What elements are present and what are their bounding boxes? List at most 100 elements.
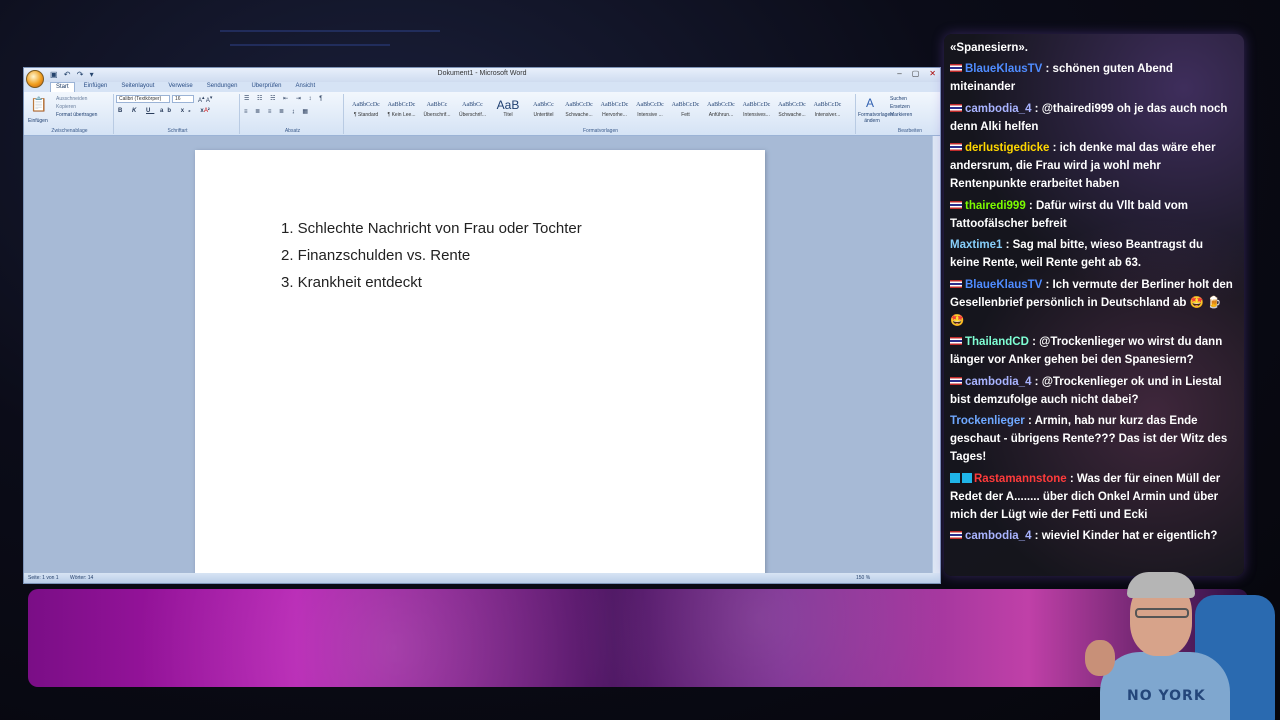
style-sample: AaBbCcDc	[600, 102, 629, 108]
style-name: Überschrif...	[459, 112, 486, 118]
style-sample: AaBbCc	[426, 102, 448, 108]
ribbon-tabs: Start Einfügen Seitenlayout Verweise Sen…	[24, 82, 940, 92]
editing-group: Suchen Ersetzen Markieren Bearbeiten	[886, 94, 934, 134]
zoom-level[interactable]: 150 %	[856, 575, 870, 581]
style-name: Intensive ...	[637, 112, 663, 118]
chat-username[interactable]: Maxtime1	[950, 239, 1002, 251]
clipboard-group: 📋 Einfügen Ausschneiden Kopieren Format …	[26, 94, 114, 134]
style-tile[interactable]: AaBbCc Überschrif...	[421, 98, 453, 124]
style-tile[interactable]: AaBbCcDc ¶ Standard	[350, 98, 382, 124]
font-color-icon[interactable]: A	[204, 108, 208, 114]
style-name: Untertitel	[533, 112, 554, 118]
minimize-icon[interactable]: –	[897, 69, 901, 78]
format-painter-button[interactable]: Format übertragen	[56, 112, 97, 118]
list-item-2[interactable]: 2. Finanzschulden vs. Rente	[281, 247, 470, 264]
chat-text: «Spanesiern».	[950, 42, 1028, 54]
glasses	[1135, 608, 1189, 618]
chat-username[interactable]: derlustigedicke	[965, 142, 1049, 154]
list-buttons[interactable]: ☰ ☷ ☵ ⇤ ⇥ ↕ ¶	[244, 95, 325, 102]
shirt	[1100, 652, 1230, 720]
style-tile[interactable]: AaB Titel	[492, 98, 524, 124]
chat-username[interactable]: Trockenlieger	[950, 415, 1025, 427]
styles-group: AaBbCcDc ¶ Standard AaBbCcDc ¶ Kein Lee... A…	[346, 94, 856, 134]
group-label: Schriftart	[167, 128, 188, 134]
chat-username[interactable]: cambodia_4	[965, 530, 1031, 542]
style-tile[interactable]: AaBbCcDc Intensiver...	[812, 98, 844, 124]
page-count: Seite: 1 von 1	[28, 575, 59, 581]
style-tile[interactable]: AaBbCcDc Hervorhe...	[599, 98, 631, 124]
paste-icon[interactable]: 📋	[30, 96, 47, 113]
maximize-icon[interactable]: ▢	[912, 69, 920, 78]
chat-username[interactable]: thairedi999	[965, 200, 1026, 212]
style-tile[interactable]: AaBbCcDc Schwache...	[563, 98, 595, 124]
document-page[interactable]: 1. Schlechte Nachricht von Frau oder Toc…	[195, 150, 765, 573]
document-area: 1. Schlechte Nachricht von Frau oder Toc…	[24, 136, 940, 573]
chat-username[interactable]: Rastamannstone	[974, 473, 1067, 485]
style-sample: AaBbCc	[533, 102, 554, 108]
style-name: Anführun...	[708, 112, 734, 118]
title-bar: ▣ ↶ ↷ ▾ Dokument1 - Microsoft Word – ▢ ✕	[24, 68, 940, 82]
grow-font-icon[interactable]: A▴ A▾	[198, 95, 212, 104]
cut-button[interactable]: Ausschneiden	[56, 96, 87, 102]
list-item-3[interactable]: 3. Krankheit entdeckt	[281, 274, 422, 291]
chat-message: Trockenlieger : Armin, hab nur kurz das …	[950, 412, 1235, 466]
tab-verweise[interactable]: Verweise	[163, 82, 197, 92]
style-sample: AaBbCcDc	[352, 102, 380, 108]
style-tile[interactable]: AaBbCcDc Intensives...	[741, 98, 773, 124]
chat-message: thairedi999 : Dafür wirst du Vllt bald v…	[950, 197, 1235, 233]
window-controls: – ▢ ✕	[897, 69, 936, 78]
style-sample: AaBbCcDc	[707, 102, 735, 108]
tab-seitenlayout[interactable]: Seitenlayout	[116, 82, 159, 92]
font-group: Calibri (Textkörper) 16 A▴ A▾ B K U ab x…	[116, 94, 240, 134]
list-item-1[interactable]: 1. Schlechte Nachricht von Frau oder Toc…	[281, 220, 582, 237]
change-styles-label[interactable]: Formatvorlagen ändern	[858, 112, 893, 124]
replace-button[interactable]: Ersetzen	[890, 104, 910, 110]
chat-username[interactable]: ThailandCD	[965, 336, 1029, 348]
bottom-banner	[28, 589, 1248, 687]
chat-message: derlustigedicke : ich denke mal das wäre…	[950, 139, 1235, 193]
hair	[1127, 572, 1195, 598]
style-tile[interactable]: AaBbCcDc Schwache...	[776, 98, 808, 124]
tab-ueberpruefen[interactable]: Überprüfen	[246, 82, 286, 92]
chat-message: cambodia_4 : @thairedi999 oh je das auch…	[950, 100, 1235, 136]
chat-username[interactable]: cambodia_4	[965, 103, 1031, 115]
tab-ansicht[interactable]: Ansicht	[290, 82, 320, 92]
close-icon[interactable]: ✕	[929, 69, 936, 78]
group-label: Zwischenablage	[51, 128, 88, 134]
thai-flag-icon	[950, 104, 962, 112]
chat-username[interactable]: cambodia_4	[965, 376, 1031, 388]
tab-sendungen[interactable]: Sendungen	[202, 82, 243, 92]
chat-username[interactable]: BlaueKlausTV	[965, 279, 1042, 291]
select-button[interactable]: Markieren	[890, 112, 912, 118]
style-tile[interactable]: AaBbCcDc ¶ Kein Lee...	[386, 98, 418, 124]
office-button[interactable]	[26, 70, 44, 88]
find-button[interactable]: Suchen	[890, 96, 907, 102]
paragraph-group: ☰ ☷ ☵ ⇤ ⇥ ↕ ¶ ≡ ≣ ≡ ≣ ↨ ▦ Absatz	[242, 94, 344, 134]
tab-start[interactable]: Start	[50, 82, 75, 92]
thai-flag-icon	[950, 280, 962, 288]
align-buttons[interactable]: ≡ ≣ ≡ ≣ ↨ ▦	[244, 108, 311, 115]
chat-username[interactable]: BlaueKlausTV	[965, 63, 1042, 75]
font-size-select[interactable]: 16	[172, 95, 194, 103]
copy-button[interactable]: Kopieren	[56, 104, 76, 110]
style-sample: AaBbCcDc	[742, 102, 771, 108]
tab-einfuegen[interactable]: Einfügen	[79, 82, 113, 92]
change-styles-icon[interactable]: A	[866, 96, 874, 110]
font-name-select[interactable]: Calibri (Textkörper)	[116, 95, 170, 103]
style-tile[interactable]: AaBbCcDc Fett	[670, 98, 702, 124]
font-format-buttons[interactable]: B K U ab x₂ x²	[118, 108, 214, 114]
style-tile[interactable]: AaBbCc Überschrif...	[457, 98, 489, 124]
style-tile[interactable]: AaBbCcDc Intensive ...	[634, 98, 666, 124]
stream-overlay: ▣ ↶ ↷ ▾ Dokument1 - Microsoft Word – ▢ ✕…	[0, 0, 1280, 720]
ribbon: 📋 Einfügen Ausschneiden Kopieren Format …	[24, 92, 940, 136]
change-styles-group[interactable]: A Formatvorlagen ändern	[858, 94, 893, 134]
style-tile[interactable]: AaBbCc Untertitel	[528, 98, 560, 124]
thai-flag-icon	[950, 531, 962, 539]
window-title: Dokument1 - Microsoft Word	[437, 70, 527, 77]
thai-flag-icon	[950, 64, 962, 72]
vertical-scrollbar[interactable]	[932, 136, 940, 573]
paste-button[interactable]: Einfügen	[28, 118, 48, 124]
thai-flag-icon	[950, 337, 962, 345]
style-tile[interactable]: AaBbCcDc Anführun...	[705, 98, 737, 124]
word-window: ▣ ↶ ↷ ▾ Dokument1 - Microsoft Word – ▢ ✕…	[23, 67, 941, 584]
